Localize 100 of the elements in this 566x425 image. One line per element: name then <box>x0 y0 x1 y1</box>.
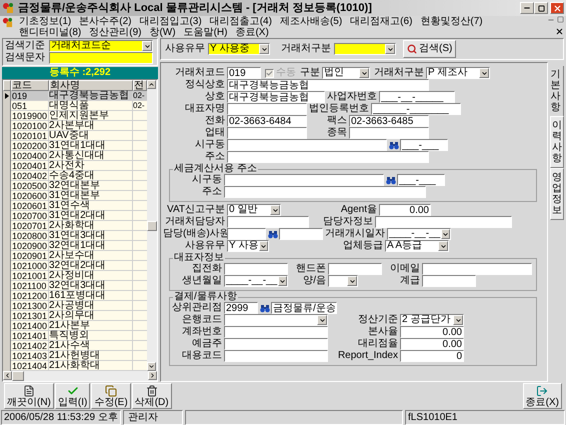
input-field[interactable] <box>227 127 307 139</box>
table-row[interactable]: 1020101 UAV중대 <box>3 131 147 141</box>
dropdown[interactable]: 거래처코드순 <box>49 40 153 52</box>
dropdown[interactable]: ____-__-__ <box>224 275 288 287</box>
table-row[interactable]: 1021403 21사헌병대 <box>3 351 147 361</box>
input-field[interactable] <box>227 216 309 228</box>
table-row[interactable]: 1021200 161포병대대 <box>3 291 147 301</box>
dropdown[interactable]: 2 공급단가 <box>400 314 464 326</box>
menu-item[interactable]: 현황및정산(7) <box>416 16 487 27</box>
input-field[interactable] <box>49 52 153 64</box>
dropdown[interactable]: A A등급 <box>385 240 449 252</box>
toolbar-button[interactable]: 삭제(D) <box>132 383 172 409</box>
table-row[interactable]: 1020100 2사본부대 <box>3 121 147 131</box>
input-field[interactable]: ______-_______ <box>371 103 461 115</box>
input-field[interactable] <box>224 263 288 275</box>
dropdown[interactable] <box>224 314 328 326</box>
dropdown[interactable]: Y 사용 <box>227 240 269 252</box>
dropdown[interactable]: 0 일반 <box>227 204 281 216</box>
menu-item[interactable]: 본사수주(2) <box>75 16 136 27</box>
input-field[interactable]: 0 <box>400 350 464 362</box>
table-row[interactable]: 1021400 21사본부 <box>3 321 147 331</box>
table-row[interactable]: 1021000 32연대2대대 <box>3 261 147 271</box>
column-header[interactable]: 회사명 <box>49 80 133 91</box>
search-button[interactable]: 검색(S) <box>403 40 456 58</box>
dropdown[interactable]: Y 사용중 <box>208 43 270 55</box>
side-tab[interactable]: 기본사항 <box>548 66 564 116</box>
menu-item[interactable]: 종료(X) <box>231 27 273 38</box>
input-field[interactable]: ___-__-_____ <box>379 91 455 103</box>
table-row[interactable]: 1021301 2사의무대 <box>3 311 147 321</box>
input-field[interactable] <box>224 326 328 338</box>
column-header[interactable]: 전 <box>133 80 147 91</box>
table-row[interactable]: 1020601 31연수색 <box>3 201 147 211</box>
menu-item[interactable]: 창(W) <box>145 27 180 38</box>
dropdown[interactable] <box>334 43 396 55</box>
input-field[interactable]: 대구경북능금농협 <box>227 91 325 103</box>
input-field[interactable]: ___-___ <box>400 139 448 151</box>
table-row[interactable]: 1021100 32연대3대대 <box>3 281 147 291</box>
menu-item[interactable]: 대리점출고(4) <box>206 16 276 27</box>
table-row[interactable]: 1020402 수송4중대 <box>3 171 147 181</box>
close-button[interactable] <box>550 2 564 14</box>
input-field[interactable] <box>224 350 328 362</box>
toolbar-button[interactable]: 입력(I) <box>54 383 90 409</box>
table-row[interactable]: 1020701 2사화학대 <box>3 221 147 231</box>
menu-item[interactable]: 핸디터미널(8) <box>15 27 86 38</box>
input-field[interactable] <box>227 151 429 163</box>
input-field[interactable] <box>328 263 382 275</box>
input-field[interactable] <box>227 103 307 115</box>
table-row[interactable]: 1020800 31연대3대대 <box>3 231 147 241</box>
menu-item[interactable]: 대리점입고(3) <box>135 16 206 27</box>
input-field[interactable]: 0.00 <box>400 338 464 350</box>
table-row[interactable]: 1020200 31연대1대대 <box>3 141 147 151</box>
input-field[interactable]: 대구경북능금농협 <box>227 79 429 91</box>
table-row[interactable]: 1020700 31연대2대대 <box>3 211 147 221</box>
vertical-scrollbar[interactable] <box>147 80 157 371</box>
maximize-button[interactable] <box>534 2 548 14</box>
toolbar-button[interactable]: 종료(X) <box>522 383 562 409</box>
table-row[interactable]: 1021404 21사화학대 <box>3 361 147 371</box>
table-row[interactable]: 1021402 21사수색 <box>3 341 147 351</box>
table-row[interactable]: 019 대구경북능금농협 02- <box>3 91 147 101</box>
input-field[interactable] <box>422 275 476 287</box>
table-row[interactable]: 1019900 인제지원본부 <box>3 111 147 121</box>
menu-item[interactable]: 제조사배송(5) <box>276 16 346 27</box>
input-field[interactable]: 02-3663-6484 <box>227 115 307 127</box>
restore-icon[interactable] <box>557 16 564 23</box>
input-field[interactable] <box>422 263 532 275</box>
menu-item[interactable]: 정산관리(9) <box>85 27 146 38</box>
input-field[interactable] <box>375 216 512 228</box>
close-icon[interactable] <box>555 27 564 36</box>
menu-item[interactable]: 도움말(H) <box>180 27 232 38</box>
table-row[interactable]: 1020401 2사전차 <box>3 161 147 171</box>
scroll-thumb[interactable] <box>147 220 157 230</box>
lookup-button[interactable] <box>259 302 270 314</box>
side-tab[interactable]: 이력사항 <box>550 116 564 168</box>
dropdown[interactable]: 법인 <box>322 67 370 79</box>
dropdown[interactable]: P 제조사 <box>426 67 490 79</box>
input-field[interactable]: 금정물류/운송 <box>271 302 337 314</box>
input-field[interactable] <box>224 174 384 186</box>
table-row[interactable]: 1020901 2사보수대 <box>3 251 147 261</box>
table-row[interactable]: 1021001 2사정비대 <box>3 271 147 281</box>
input-field[interactable]: 019 <box>227 67 261 79</box>
input-field[interactable] <box>227 228 266 240</box>
dropdown[interactable] <box>328 275 358 287</box>
menu-item[interactable]: 대리점재고(6) <box>346 16 416 27</box>
table-row[interactable]: 1021401 특직병외 <box>3 331 147 341</box>
input-field[interactable] <box>224 338 328 350</box>
column-header[interactable]: 코드 <box>11 80 49 91</box>
input-field[interactable] <box>224 186 426 198</box>
input-field[interactable]: 2999 <box>224 302 258 314</box>
table-row[interactable]: 1020500 32연대본부 <box>3 181 147 191</box>
lookup-button[interactable] <box>267 228 278 240</box>
lookup-button[interactable] <box>388 140 399 150</box>
table-row[interactable]: 1021300 2사공병대 <box>3 301 147 311</box>
input-field[interactable]: ___-___ <box>397 174 445 186</box>
scroll-thumb[interactable] <box>12 371 24 381</box>
dropdown[interactable]: ____-__-__ <box>387 228 451 240</box>
table-row[interactable]: 1020600 31연대본부 <box>3 191 147 201</box>
toolbar-button[interactable]: 수정(E) <box>91 383 131 409</box>
horizontal-scrollbar[interactable] <box>3 371 157 381</box>
table-row[interactable]: 051 대명식품 02- <box>3 101 147 111</box>
table-row[interactable]: 1020900 32연대1대대 <box>3 241 147 251</box>
